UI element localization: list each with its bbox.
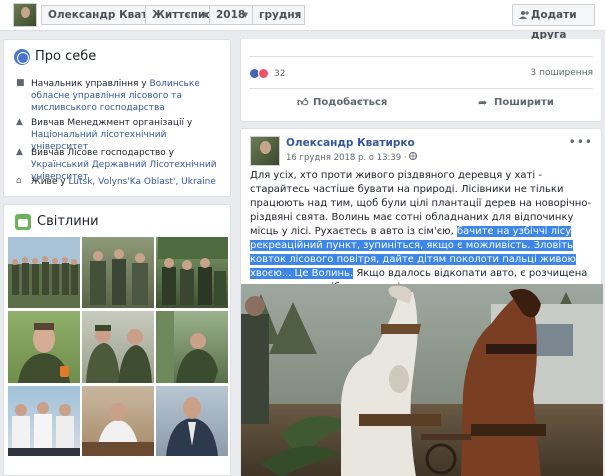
share-button[interactable]: ➦ Поширити	[478, 96, 554, 110]
share-label: Поширити	[494, 97, 554, 108]
about-location-link[interactable]: Lutsk, Volyns'Ka Oblast', Ukraine	[68, 177, 215, 187]
photo-man-in-suit	[166, 397, 218, 456]
home-icon: ⌂	[16, 176, 22, 186]
chevron-down-icon: ▼	[202, 11, 208, 19]
thumbs-up-icon: 👍︎	[297, 96, 309, 109]
year-dropdown[interactable]: 2018 ▼	[209, 5, 253, 25]
divider	[249, 56, 593, 57]
photo-thumb-3[interactable]	[156, 237, 228, 308]
friends-audience-icon	[409, 152, 418, 160]
photos-icon	[15, 214, 31, 230]
photo-man-at-desk	[82, 403, 154, 456]
photo-thumb-6[interactable]	[156, 311, 228, 383]
divider	[249, 88, 593, 89]
post-author-link[interactable]: Олександр Кватирко	[286, 137, 415, 149]
about-work-text: Начальник управління у	[31, 79, 150, 89]
photo-group-foresters	[12, 256, 78, 295]
like-button[interactable]: 👍︎ Подобається	[297, 96, 387, 110]
about-location-text: Живе у	[31, 177, 69, 187]
year-label: 2018	[216, 9, 246, 21]
photo-forest-meeting	[158, 237, 228, 305]
reaction-count: 32	[274, 69, 286, 79]
chevron-down-icon: ▼	[242, 11, 248, 19]
photo-thumb-5[interactable]	[82, 311, 154, 383]
love-reaction-icon	[258, 68, 269, 79]
horses-sleigh-photo	[241, 284, 603, 476]
graduation-cap-icon: ▲	[16, 147, 23, 157]
photos-title: Світлини	[37, 214, 99, 229]
add-friend-label: Додати друга	[531, 9, 577, 41]
post-image[interactable]	[241, 284, 603, 476]
about-education-text-1: Вивчав Менеджмент організації у	[31, 118, 193, 128]
photo-three-men-white-shirts	[8, 402, 80, 456]
photo-thumb-9[interactable]	[156, 386, 228, 456]
chevron-down-icon: ▼	[294, 11, 300, 19]
photo-thumb-4[interactable]	[8, 311, 80, 383]
post-options-icon[interactable]: •••	[569, 135, 593, 149]
briefcase-icon: ■	[16, 78, 25, 88]
photo-sitting-man	[156, 311, 218, 383]
post-timestamp: 16 грудня 2018 р. о 13:39 ·	[286, 153, 407, 163]
post-date[interactable]: 16 грудня 2018 р. о 13:39 ·	[286, 152, 418, 163]
about-location-row: ⌂ Живе у Lutsk, Volyns'Ka Oblast', Ukrai…	[16, 176, 226, 188]
add-friend-button[interactable]: Додати друга	[512, 4, 595, 41]
photo-thumb-1[interactable]	[8, 237, 80, 308]
photo-portrait-uniform	[18, 323, 70, 383]
share-arrow-icon: ➦	[478, 96, 488, 109]
about-education-text-2: Вивчав Лісове господарство у	[31, 148, 174, 158]
photo-thumb-8[interactable]	[82, 386, 154, 456]
timeline-dropdown[interactable]: Життєпис ▼	[145, 5, 213, 25]
previous-post-footer: 32 3 поширення 👍︎ Подобається ➦ Поширити	[240, 39, 602, 122]
globe-icon	[14, 49, 30, 65]
add-friend-icon	[519, 11, 529, 19]
photo-thumb-2[interactable]	[82, 237, 154, 308]
about-work-row: ■ Начальник управління у Волинське облас…	[16, 78, 226, 114]
about-card: Про себе ■ Начальник управління у Волинс…	[3, 39, 231, 197]
author-avatar[interactable]	[250, 136, 280, 166]
photos-card: Світлини	[3, 204, 231, 476]
month-dropdown[interactable]: грудня ▼	[252, 5, 305, 25]
shares-count-link[interactable]: 3 поширення	[531, 68, 594, 78]
graduation-cap-icon: ▲	[16, 117, 23, 127]
about-title: Про себе	[35, 49, 97, 64]
post-card: Олександр Кватирко 16 грудня 2018 р. о 1…	[240, 128, 603, 476]
profile-timeline-bar: Олександр Кватирко Життєпис ▼ 2018 ▼ гру…	[0, 0, 605, 41]
photo-officials-walking	[90, 249, 148, 305]
photo-thumb-7[interactable]	[8, 386, 80, 456]
like-label: Подобається	[313, 97, 388, 108]
profile-avatar[interactable]	[13, 3, 37, 27]
photo-two-foresters	[86, 325, 152, 383]
